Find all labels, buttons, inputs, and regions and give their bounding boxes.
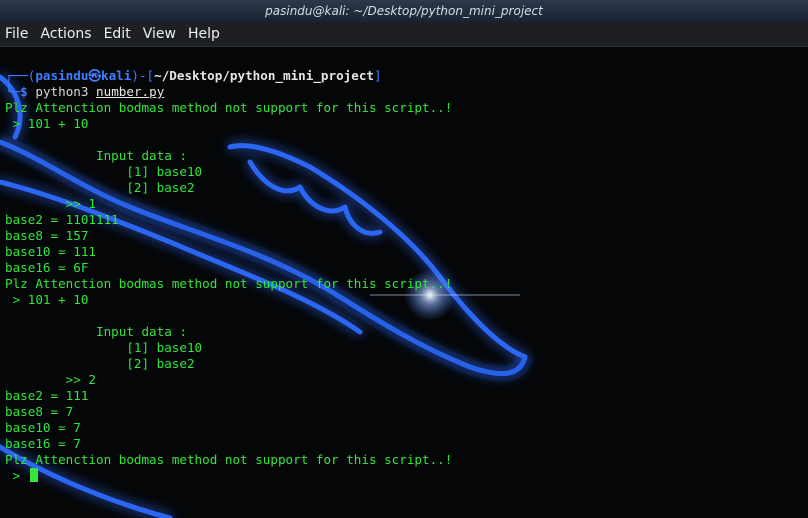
output-line: [1] base10 [5,340,203,355]
output-line: [1] base10 [5,164,203,179]
output-line: >> 1 [5,196,96,211]
output-line: > 101 + 10 [5,116,89,131]
prompt-mid: )-[ [131,68,155,83]
menu-bar: File Actions Edit View Help [0,22,808,47]
script-name: number.py [96,84,165,99]
output-line: base8 = 157 [5,228,89,243]
prompt-close: ] [374,68,382,83]
menu-help[interactable]: Help [182,22,226,46]
output-line: base16 = 7 [5,436,81,451]
window-title: pasindu@kali: ~/Desktop/python_mini_proj… [0,0,808,22]
menu-file[interactable]: File [0,22,34,46]
output-line: base16 = 6F [5,260,89,275]
output-line: base10 = 111 [5,244,96,259]
output-line: base8 = 7 [5,404,74,419]
prompt-host: kali [101,68,132,83]
output-line: Input data : [5,148,187,163]
input-line[interactable]: > [5,468,452,484]
output-line: Plz Attenction bodmas method not support… [5,276,453,291]
output-line: >> 2 [5,372,96,387]
output-line: > 101 + 10 [5,292,89,307]
output-line: base2 = 1101111 [5,212,119,227]
output-line: [2] base2 [5,356,195,371]
prompt-path: ~/Desktop/python_mini_project [154,68,374,83]
output-line: base2 = 111 [5,388,89,403]
prompt-box-bottom: └─ [5,84,21,99]
prompt-line-2: └─$ python3 number.py [5,84,452,100]
menu-actions[interactable]: Actions [34,22,97,46]
output-line: base10 = 7 [5,420,81,435]
prompt-dollar: $ [20,84,28,99]
terminal-area[interactable]: ┌──(pasindu㉿kali)-[~/Desktop/python_mini… [0,47,808,518]
output-line: Plz Attenction bodmas method not support… [5,452,453,467]
output-line: Input data : [5,324,187,339]
text-cursor [29,468,38,482]
prompt-box-top: ┌──( [5,68,36,83]
input-prompt: > [5,468,28,483]
menu-view[interactable]: View [137,22,182,46]
output-line: [2] base2 [5,180,195,195]
terminal-output: ┌──(pasindu㉿kali)-[~/Desktop/python_mini… [5,68,452,484]
output-line: Plz Attenction bodmas method not support… [5,100,453,115]
prompt-user: pasindu [35,68,89,83]
kali-skull-icon: ㉿ [88,68,102,83]
prompt-line-1: ┌──(pasindu㉿kali)-[~/Desktop/python_mini… [5,68,452,84]
command-text: python3 [35,84,89,99]
menu-edit[interactable]: Edit [98,22,137,46]
